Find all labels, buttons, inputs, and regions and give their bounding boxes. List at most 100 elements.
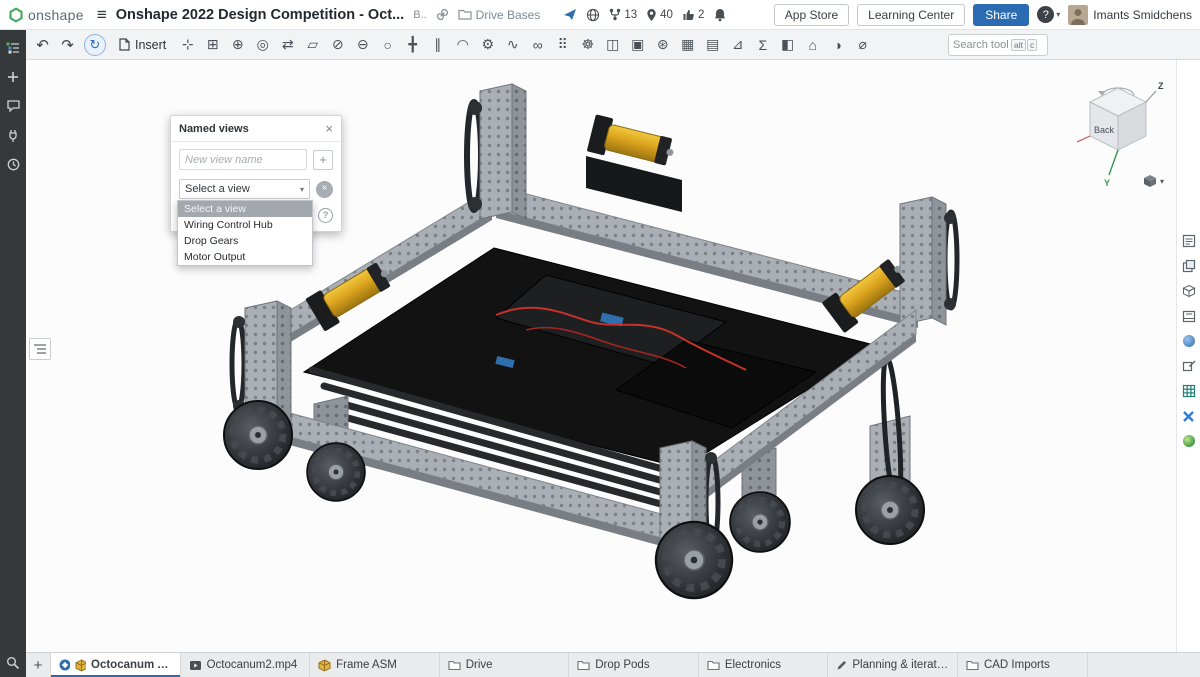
drawing-panel-icon[interactable] (1179, 307, 1199, 325)
public-globe-icon[interactable] (586, 8, 600, 22)
folder-breadcrumb[interactable]: Drive Bases (458, 8, 541, 22)
tab-planning-iterations[interactable]: Planning & iterations (828, 653, 958, 677)
instances-tree-toggle[interactable] (29, 338, 51, 360)
versions-panel-icon[interactable] (2, 67, 24, 87)
replicate-icon[interactable]: ▣ (625, 33, 650, 57)
tab-cad-imports[interactable]: CAD Imports (958, 653, 1088, 677)
share-button[interactable]: Share (973, 4, 1029, 26)
pin-stat[interactable]: 40 (646, 8, 673, 22)
bom-icon[interactable]: ▤ (700, 33, 725, 57)
version-label[interactable]: B.. (413, 9, 426, 21)
sheet-app-icon[interactable] (1179, 382, 1199, 400)
tab-frame-asm[interactable]: Frame ASM (310, 653, 440, 677)
corner-tower-right[interactable] (900, 197, 957, 325)
help-menu[interactable]: ? ▾ (1037, 6, 1060, 23)
mate-icon[interactable]: ⊹ (175, 33, 200, 57)
help-icon: ? (1037, 6, 1054, 23)
insert-button[interactable]: Insert (110, 33, 175, 57)
render-app-icon[interactable] (1179, 432, 1199, 450)
planar-mate-icon[interactable]: ▱ (300, 33, 325, 57)
gear-relation-icon[interactable]: ⚙ (475, 33, 500, 57)
x-app-icon[interactable] (1179, 407, 1199, 425)
group-icon[interactable]: ⊞ (200, 33, 225, 57)
close-icon[interactable]: × (325, 122, 333, 135)
corner-tower-top[interactable] (467, 84, 526, 219)
view-option[interactable]: Motor Output (178, 249, 312, 265)
tangent-relation-icon[interactable]: ◠ (450, 33, 475, 57)
cylindrical-mate-icon[interactable]: ⊘ (325, 33, 350, 57)
selection-tools-icon[interactable] (2, 653, 24, 673)
tab-drop-pods[interactable]: Drop Pods (569, 653, 699, 677)
view-options-button[interactable]: ▾ (1143, 174, 1164, 188)
folder-icon (448, 660, 461, 671)
folder-name: Drive Bases (476, 8, 541, 22)
named-positions-panel-icon[interactable] (1179, 282, 1199, 300)
appearance-icon[interactable]: ◑ (825, 33, 850, 57)
belt-relation-icon[interactable]: ∞ (525, 33, 550, 57)
measure-icon[interactable]: ⊿ (725, 33, 750, 57)
add-tab-button[interactable]: + (26, 653, 51, 677)
history-panel-icon[interactable] (2, 154, 24, 174)
explode-icon[interactable]: ⊛ (650, 33, 675, 57)
view-option[interactable]: Drop Gears (178, 233, 312, 249)
edit-cube-panel-icon[interactable] (1179, 357, 1199, 375)
notes-panel-icon[interactable] (1179, 232, 1199, 250)
slider-mate-icon[interactable]: ⇄ (275, 33, 300, 57)
section-view-icon[interactable]: ◧ (775, 33, 800, 57)
view-select[interactable]: Select a view ▾ (179, 179, 310, 199)
like-stat[interactable]: 2 (682, 8, 704, 21)
link-icon[interactable] (436, 8, 449, 21)
tool-search-box[interactable]: altc (948, 34, 1048, 56)
tab-drive[interactable]: Drive (440, 653, 570, 677)
tab-label: Drop Pods (595, 659, 649, 671)
notifications-bell-icon[interactable] (713, 8, 727, 22)
add-view-button[interactable]: + (313, 150, 333, 170)
circular-pattern-icon[interactable]: ☸ (575, 33, 600, 57)
appearance-panel-icon[interactable] (1179, 332, 1199, 350)
linear-pattern-icon[interactable]: ⠿ (550, 33, 575, 57)
configurations-panel-icon[interactable] (1179, 257, 1199, 275)
parallel-relation-icon[interactable]: ∥ (425, 33, 450, 57)
fork-stat[interactable]: 13 (609, 8, 637, 21)
mass-properties-icon[interactable]: Σ (750, 33, 775, 57)
tab-octocanum-asm[interactable]: Octocanum ASM (51, 653, 181, 677)
search-tools-input[interactable] (953, 39, 1009, 51)
tree-icon (33, 343, 47, 355)
snapshot-icon[interactable]: ▦ (675, 33, 700, 57)
app-store-button[interactable]: App Store (774, 4, 849, 26)
gearbox-top[interactable] (586, 156, 682, 212)
named-views-dialog-header[interactable]: Named views × (171, 116, 341, 142)
learning-center-button[interactable]: Learning Center (857, 4, 965, 26)
instances-panel-icon[interactable] (2, 38, 24, 58)
onshape-logo-icon (8, 7, 24, 23)
menu-icon[interactable]: ≡ (97, 5, 107, 25)
redo-icon[interactable]: ↷ (55, 33, 80, 57)
new-view-name-input[interactable] (179, 149, 307, 170)
onshape-logo[interactable]: onshape (8, 7, 84, 23)
named-views-dialog: Named views × + Select a view ▾ × ? Sele… (170, 115, 342, 232)
view-option[interactable]: Wiring Control Hub (178, 217, 312, 233)
linked-documents-panel-icon[interactable] (2, 125, 24, 145)
tab-electronics[interactable]: Electronics (699, 653, 829, 677)
view-options-list: Select a viewWiring Control HubDrop Gear… (177, 200, 313, 266)
revolute-mate-icon[interactable]: ◎ (250, 33, 275, 57)
user-menu[interactable]: Imants Smidchens (1068, 5, 1192, 25)
undo-redo-group: ↶↷ (30, 33, 80, 57)
undo-icon[interactable]: ↶ (30, 33, 55, 57)
3d-viewport[interactable]: Named views × + Select a view ▾ × ? Sele… (26, 60, 1176, 652)
clear-view-button[interactable]: × (316, 181, 333, 198)
view-option[interactable]: Select a view (178, 201, 312, 217)
mirror-icon[interactable]: ◫ (600, 33, 625, 57)
tab-octocanum2-mp4[interactable]: Octocanum2.mp4 (181, 653, 311, 677)
diameter-icon[interactable]: ⌀ (850, 33, 875, 57)
fastened-mate-icon[interactable]: ╋ (400, 33, 425, 57)
pin-slot-mate-icon[interactable]: ⊖ (350, 33, 375, 57)
ball-mate-icon[interactable]: ○ (375, 33, 400, 57)
comments-panel-icon[interactable] (2, 96, 24, 116)
screw-relation-icon[interactable]: ∿ (500, 33, 525, 57)
mate-connector-icon[interactable]: ⊕ (225, 33, 250, 57)
publication-icon[interactable] (563, 8, 577, 21)
named-views-icon[interactable]: ⌂ (800, 33, 825, 57)
turn-tool-icon[interactable]: ↻ (84, 34, 106, 56)
help-icon[interactable]: ? (318, 208, 333, 223)
